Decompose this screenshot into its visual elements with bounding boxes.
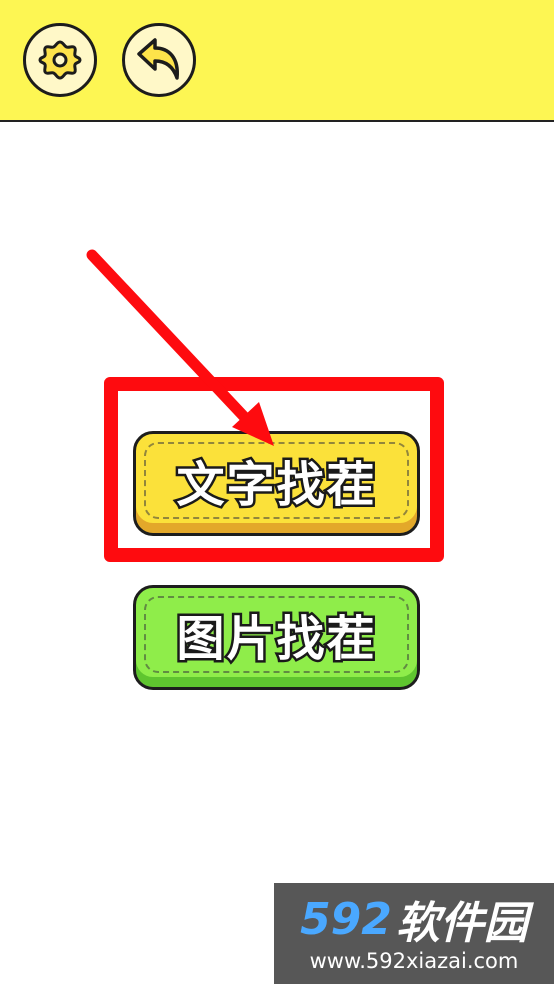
watermark-site-name: 软件园 [395,898,528,949]
pointer-arrow [86,249,274,446]
watermark-url: www.592xiazai.com [309,949,519,973]
watermark-title: 592 软件园 [274,891,554,950]
watermark-number: 592 [300,893,392,945]
site-watermark: 592 软件园 www.592xiazai.com [274,883,554,984]
